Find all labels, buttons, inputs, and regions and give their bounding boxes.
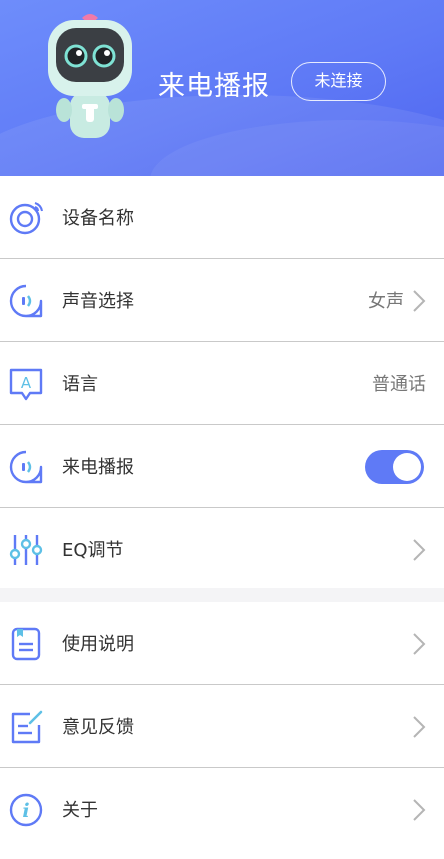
language-a-icon: A [9,368,43,401]
setting-label: 设备名称 [62,208,134,229]
setting-label: 来电播报 [62,457,134,478]
setting-row-device-name[interactable]: 设备名称 [0,176,444,259]
sound-bubble-icon [9,450,43,484]
setting-row-call-broadcast: 来电播报 [0,425,444,508]
info-row-about[interactable]: i 关于 [0,768,444,851]
setting-label: EQ调节 [62,540,124,561]
info-row-feedback[interactable]: 意见反馈 [0,685,444,768]
call-broadcast-toggle[interactable] [365,450,424,484]
info-group: 使用说明 意见反馈 i 关于 [0,602,444,859]
header-banner: 来电播报 未连接 [0,0,444,176]
setting-row-language[interactable]: A 语言 普通话 [0,342,444,425]
svg-text:A: A [21,374,32,392]
edit-note-icon [11,710,43,744]
info-label: 关于 [62,800,98,821]
setting-label: 语言 [62,374,98,395]
connection-status-button[interactable]: 未连接 [291,62,386,101]
chevron-right-icon [413,799,426,821]
sliders-icon [9,535,43,565]
robot-device-image [48,14,132,138]
info-label: 使用说明 [62,634,134,655]
settings-group: 设备名称 声音选择 女声 A 语言 普通话 来电播报 EQ调节 [0,176,444,588]
info-row-manual[interactable]: 使用说明 [0,602,444,685]
svg-text:i: i [22,800,29,822]
ring-target-icon [9,202,43,235]
setting-row-eq[interactable]: EQ调节 [0,508,444,591]
sound-bubble-icon [9,284,43,318]
info-circle-icon: i [9,793,43,827]
info-label: 意见反馈 [62,717,134,738]
chevron-right-icon [413,633,426,655]
setting-label: 声音选择 [62,291,134,312]
chevron-right-icon [413,290,426,312]
toggle-knob [393,453,421,481]
setting-value: 普通话 [372,374,426,395]
page-title: 来电播报 [158,71,270,102]
chevron-right-icon [413,716,426,738]
setting-row-voice[interactable]: 声音选择 女声 [0,259,444,342]
chevron-right-icon [413,539,426,561]
document-icon [11,627,41,661]
setting-value: 女声 [368,291,404,312]
